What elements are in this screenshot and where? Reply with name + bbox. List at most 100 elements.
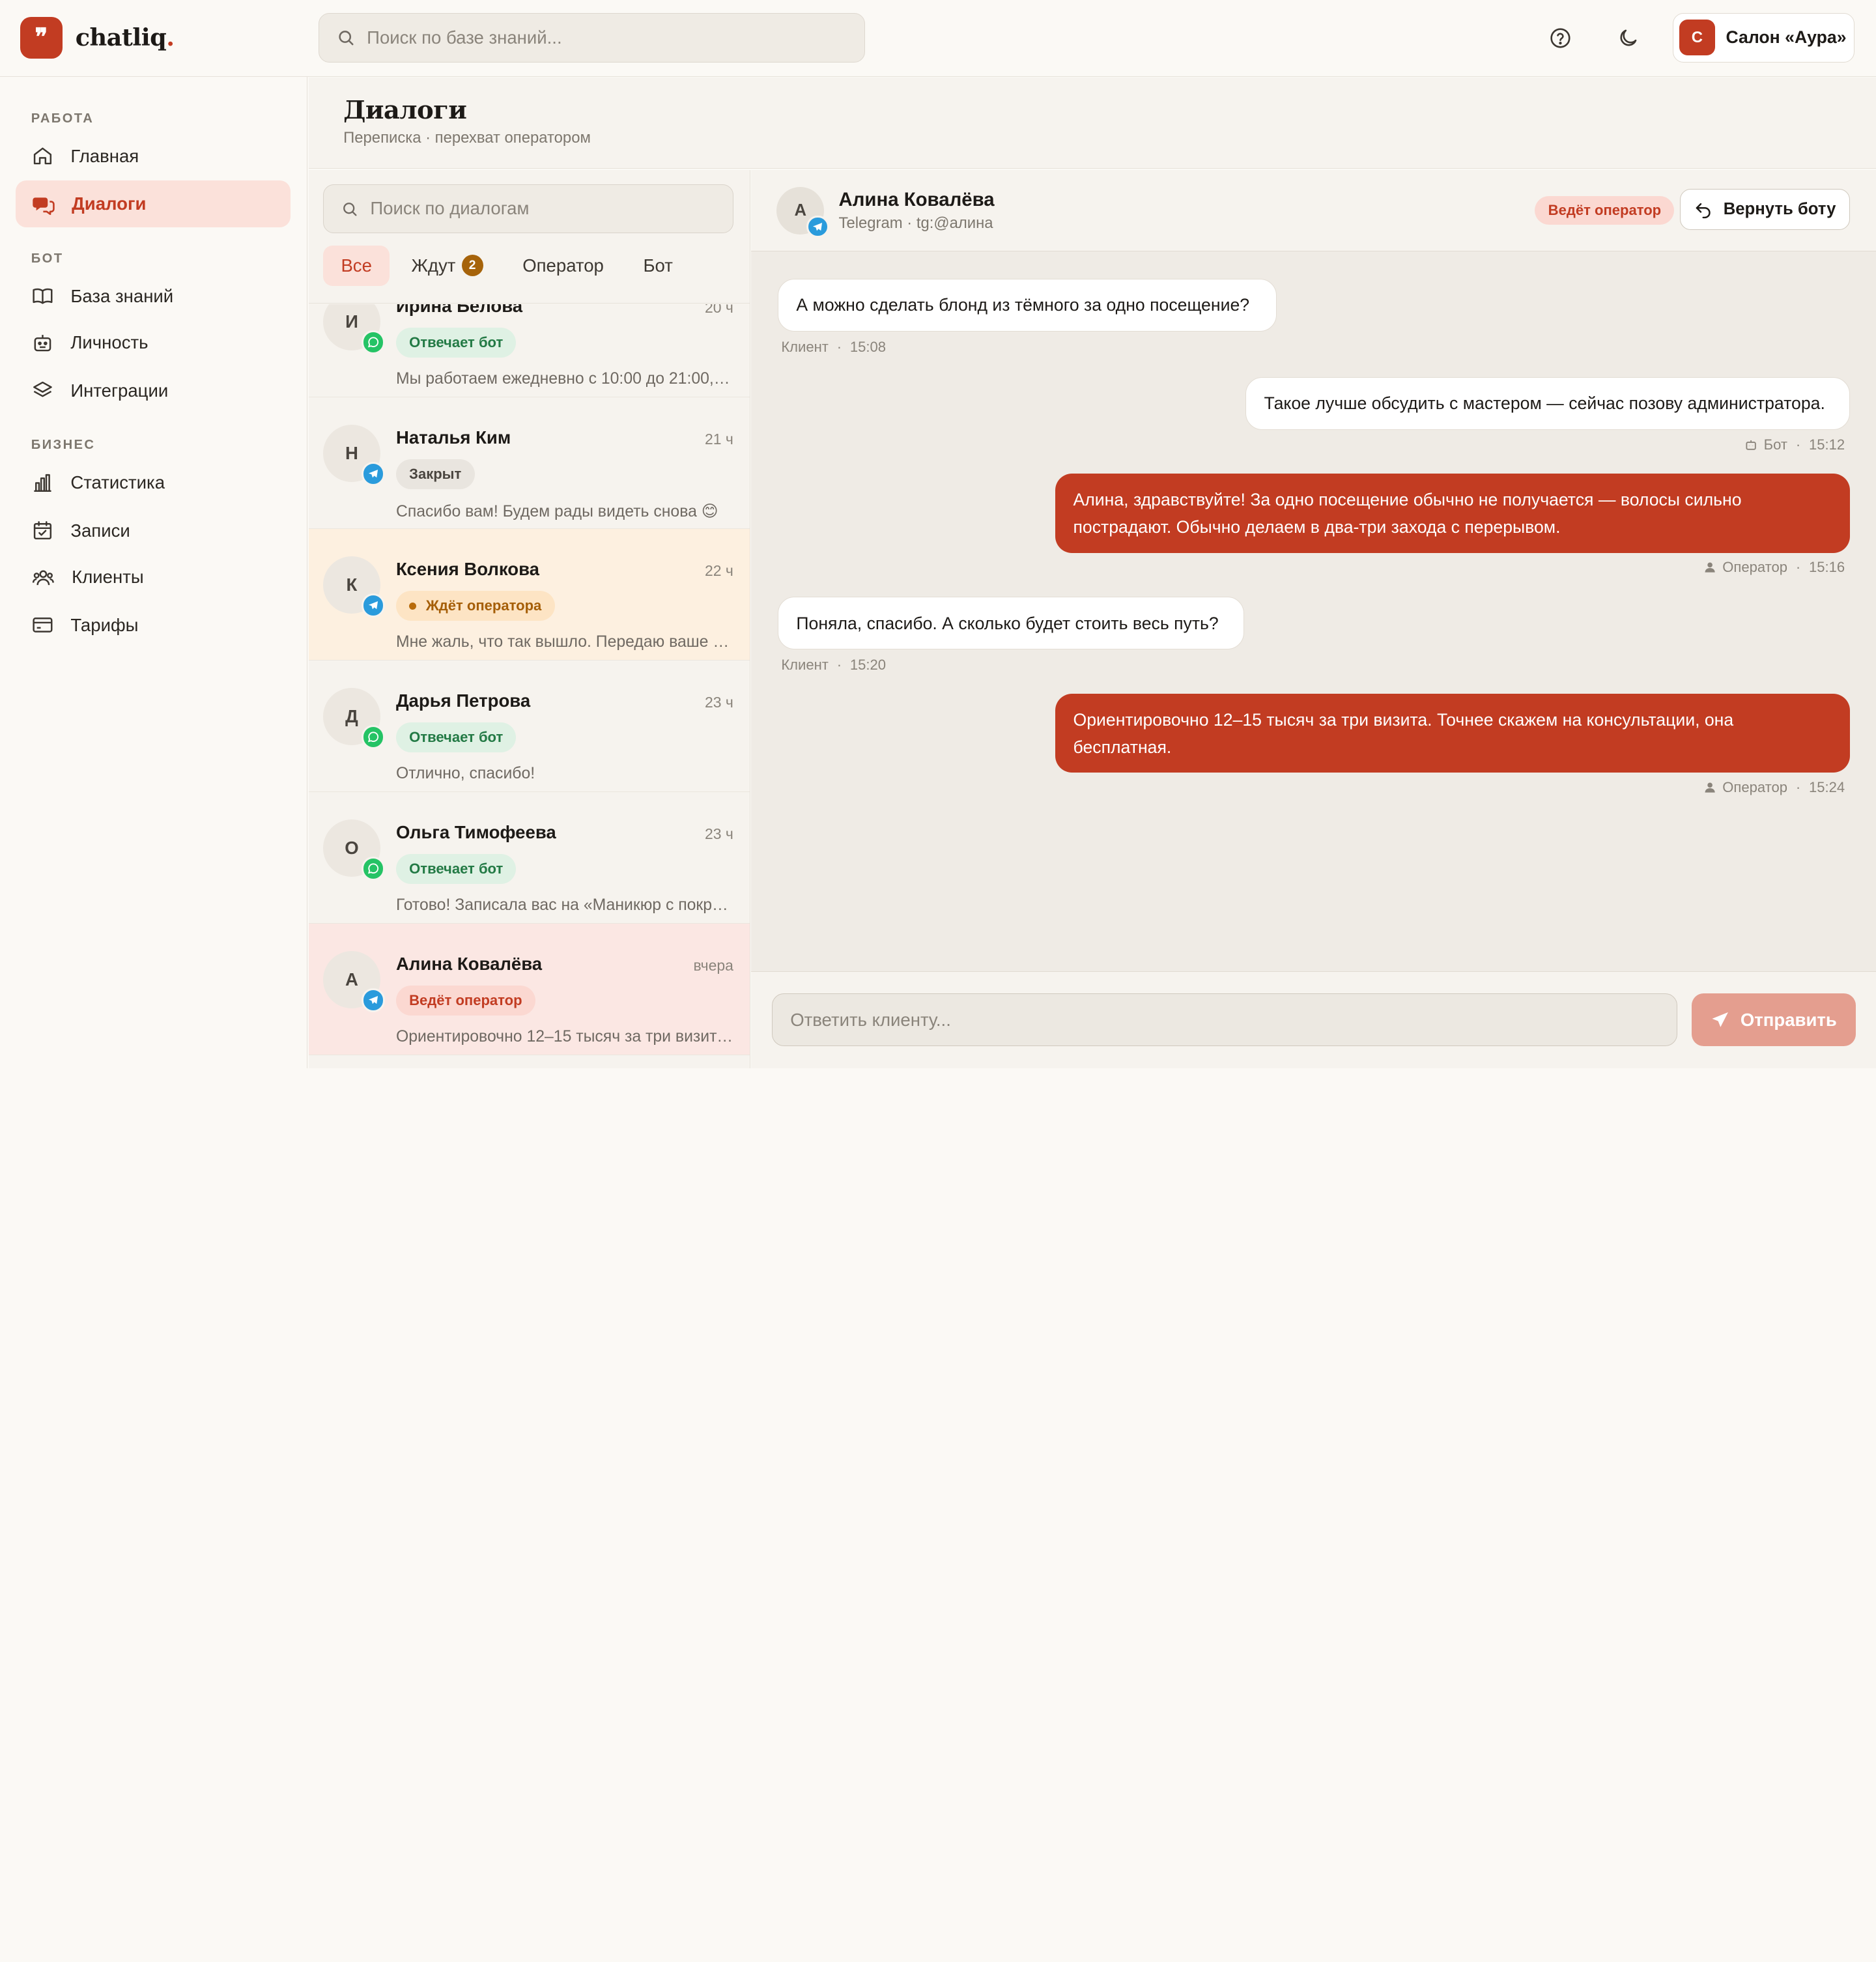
sidebar-section-work: РАБОТА xyxy=(31,111,94,126)
users-icon xyxy=(32,570,54,585)
chat-header: А Алина Ковалёва Telegram · tg:@алина Ве… xyxy=(751,169,1876,251)
logo[interactable]: ❞ chatliq. xyxy=(20,16,175,59)
filter-waiting[interactable]: Ждут 2 xyxy=(393,246,501,286)
conversation-time: 20 ч xyxy=(705,304,733,317)
dialog-search-input[interactable] xyxy=(370,198,733,220)
filter-all[interactable]: Все xyxy=(322,245,390,286)
sidebar-item-personality[interactable]: Личность xyxy=(16,319,291,366)
workspace-switcher[interactable]: С Салон «Аура» xyxy=(1672,13,1855,63)
telegram-icon xyxy=(361,593,386,618)
quote-logo-icon: ❞ xyxy=(20,16,63,59)
avatar: А xyxy=(322,951,386,1012)
conversation-preview: Ориентировочно 12–15 тысяч за три визита… xyxy=(395,1027,733,1045)
dialog-list-panel: Все Ждут2 Оператор Бот И Ирина Белова 20… xyxy=(308,169,750,1069)
avatar: А xyxy=(776,186,829,238)
avatar: Д xyxy=(322,688,386,749)
send-button[interactable]: Отправить xyxy=(1692,993,1856,1047)
sidebar-item-label: База знаний xyxy=(70,285,174,306)
knowledge-search[interactable] xyxy=(318,13,865,63)
page-title: Диалоги xyxy=(343,95,467,125)
moon-icon xyxy=(1620,29,1637,46)
telegram-icon xyxy=(361,988,386,1012)
sidebar-section-bot: БОТ xyxy=(31,251,64,266)
sidebar-item-label: Тарифы xyxy=(70,614,139,635)
user-icon xyxy=(1705,782,1715,793)
undo-icon xyxy=(1696,203,1711,218)
sidebar-item-label: Записи xyxy=(70,520,130,541)
conversation-item[interactable]: Д Дарья Петрова 23 ч Отвечает бот Отличн… xyxy=(308,661,750,792)
book-icon xyxy=(33,288,53,304)
conversation-name: Ирина Белова xyxy=(395,304,523,316)
telegram-icon xyxy=(361,461,386,486)
sidebar-item-bookings[interactable]: Записи xyxy=(16,507,291,554)
return-to-bot-button[interactable]: Вернуть боту xyxy=(1679,189,1850,230)
conversation-list: И Ирина Белова 20 ч Отвечает бот Мы рабо… xyxy=(308,304,750,1069)
sidebar-item-knowledge[interactable]: База знаний xyxy=(16,273,291,320)
filter-bot[interactable]: Бот xyxy=(625,246,691,286)
app-window: ❞ chatliq. С Салон «Аура» РАБОТА Главная… xyxy=(0,0,1876,1069)
sidebar-item-clients[interactable]: Клиенты xyxy=(16,554,291,601)
message-client: Поняла, спасибо. А сколько будет стоить … xyxy=(777,597,1245,650)
message-client: А можно сделать блонд из тёмного за одно… xyxy=(777,278,1277,332)
whatsapp-icon xyxy=(361,330,386,354)
status-badge: Отвечает бот xyxy=(395,328,517,358)
conversation-preview: Мне жаль, что так вышло. Передаю ваше об… xyxy=(395,633,733,651)
knowledge-search-input[interactable] xyxy=(367,27,864,48)
status-badge: Ведёт оператор xyxy=(395,986,535,1016)
page-header: Диалоги Переписка · перехват оператором xyxy=(308,78,1876,169)
sidebar-item-tariffs[interactable]: Тарифы xyxy=(16,602,291,649)
conversation-item[interactable]: Н Наталья Ким 21 ч Закрыт Спасибо вам! Б… xyxy=(308,397,750,529)
conversation-item[interactable]: И Ирина Белова 20 ч Отвечает бот Мы рабо… xyxy=(308,304,750,397)
workspace-name: Салон «Аура» xyxy=(1726,27,1847,48)
sidebar-item-label: Диалоги xyxy=(72,193,147,214)
conversation-name: Ольга Тимофеева xyxy=(395,821,556,842)
conversation-time: 22 ч xyxy=(705,562,733,580)
brand-name: chatliq. xyxy=(75,23,175,52)
sidebar-item-label: Статистика xyxy=(70,472,165,493)
whatsapp-icon xyxy=(361,725,386,749)
conversation-item[interactable]: О Ольга Тимофеева 23 ч Отвечает бот Гото… xyxy=(308,792,750,924)
help-button[interactable] xyxy=(1540,18,1580,59)
reply-field[interactable] xyxy=(771,993,1678,1047)
calendar-icon xyxy=(33,521,51,540)
filter-operator[interactable]: Оператор xyxy=(505,246,622,286)
layers-icon xyxy=(33,382,52,397)
conversation-name: Дарья Петрова xyxy=(395,690,531,711)
conversation-name: Ксения Волкова xyxy=(395,558,540,579)
sidebar-item-label: Главная xyxy=(70,145,139,166)
user-icon xyxy=(1705,562,1715,573)
theme-toggle-button[interactable] xyxy=(1608,18,1649,59)
composer: Отправить xyxy=(751,971,1876,1069)
reply-input[interactable] xyxy=(790,1009,1677,1031)
message-operator: Алина, здравствуйте! За одно посещение о… xyxy=(1055,474,1850,553)
home-icon xyxy=(33,147,51,165)
avatar: Н xyxy=(322,425,386,486)
conversation-time: 21 ч xyxy=(705,431,733,448)
conversation-preview: Спасибо вам! Будем рады видеть снова 😊 xyxy=(395,502,718,520)
status-badge: Отвечает бот xyxy=(395,722,517,753)
chat-panel: А Алина Ковалёва Telegram · tg:@алина Ве… xyxy=(751,169,1876,1069)
chat-contact-name: Алина Ковалёва xyxy=(838,189,995,211)
telegram-icon xyxy=(806,215,829,238)
sidebar-item-dialogs[interactable]: Диалоги xyxy=(15,180,291,227)
conversation-time: вчера xyxy=(693,957,733,974)
status-badge: Отвечает бот xyxy=(395,854,517,885)
message-bot: Такое лучше обсудить с мастером — сейчас… xyxy=(1245,377,1850,430)
top-bar: ❞ chatliq. С Салон «Аура» xyxy=(0,0,1876,77)
avatar: К xyxy=(322,556,386,618)
message-meta: Клиент · 15:08 xyxy=(781,338,887,355)
message-meta: Оператор · 15:24 xyxy=(1703,779,1845,796)
conversation-track: И Ирина Белова 20 ч Отвечает бот Мы рабо… xyxy=(308,304,750,1055)
sidebar-item-home[interactable]: Главная xyxy=(16,133,291,180)
sidebar-item-integrations[interactable]: Интеграции xyxy=(16,367,291,414)
sidebar-item-label: Интеграции xyxy=(70,380,169,401)
conversation-preview: Отлично, спасибо! xyxy=(395,764,535,782)
conversation-item[interactable]: К Ксения Волкова 22 ч Ждёт оператора Мне… xyxy=(308,528,750,661)
sidebar-item-statistics[interactable]: Статистика xyxy=(16,459,291,506)
send-icon xyxy=(1712,1012,1728,1027)
help-icon xyxy=(1550,28,1570,48)
dialog-search[interactable] xyxy=(322,184,733,234)
conversation-name: Наталья Ким xyxy=(395,427,511,448)
conversation-item-selected[interactable]: А Алина Ковалёва вчера Ведёт оператор Ор… xyxy=(308,923,750,1055)
conversation-name: Алина Ковалёва xyxy=(395,953,543,974)
